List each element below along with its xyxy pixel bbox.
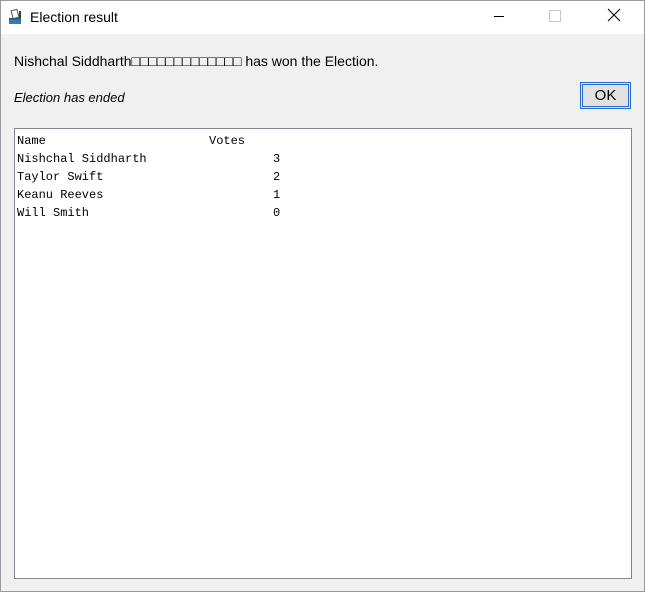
- candidate-name: Keanu Reeves: [17, 188, 104, 202]
- candidate-votes: 2: [273, 170, 281, 184]
- candidate-name: Will Smith: [17, 206, 90, 220]
- candidate-name: Taylor Swift: [17, 170, 104, 184]
- close-button[interactable]: [591, 1, 637, 34]
- minimize-button[interactable]: [476, 1, 522, 34]
- table-row: Keanu Reeves 1: [17, 188, 317, 206]
- maximize-icon: [549, 9, 561, 27]
- election-result-window: Election result Nishchal Siddharth□□□□□□…: [0, 0, 645, 592]
- column-header-name: Name: [17, 134, 46, 148]
- winner-message: Nishchal Siddharth□□□□□□□□□□□□□ has won …: [14, 53, 379, 69]
- results-header-row: Name Votes: [17, 134, 317, 152]
- candidate-name: Nishchal Siddharth: [17, 152, 147, 166]
- candidate-votes: 0: [273, 206, 281, 220]
- results-text-area[interactable]: Name Votes Nishchal Siddharth 3 Taylor S…: [14, 128, 632, 579]
- column-header-votes: Votes: [209, 134, 246, 148]
- candidate-votes: 1: [273, 188, 281, 202]
- table-row: Nishchal Siddharth 3: [17, 152, 317, 170]
- table-row: Taylor Swift 2: [17, 170, 317, 188]
- title-bar[interactable]: Election result: [1, 1, 644, 34]
- candidate-votes: 3: [273, 152, 281, 166]
- minimize-icon: [493, 9, 505, 27]
- window-title: Election result: [30, 9, 118, 25]
- election-status: Election has ended: [14, 90, 125, 105]
- table-row: Will Smith 0: [17, 206, 317, 224]
- ok-button[interactable]: OK: [580, 82, 631, 109]
- ballot-box-icon: [7, 8, 25, 26]
- close-icon: [607, 8, 621, 27]
- maximize-button[interactable]: [532, 1, 578, 34]
